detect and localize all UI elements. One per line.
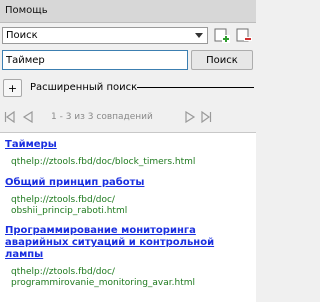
advanced-search-divider bbox=[137, 87, 254, 88]
add-page-button[interactable] bbox=[213, 27, 231, 44]
result-title-line: Программирование мониторинга bbox=[5, 225, 196, 236]
result-url: qthelp://ztools.fbd/doc/ programmirovani… bbox=[11, 267, 195, 289]
remove-page-icon bbox=[236, 28, 252, 42]
last-page-icon bbox=[201, 111, 212, 123]
mode-select-value: Поиск bbox=[6, 30, 38, 41]
help-panel: Помощь Поиск Поиск + Расширенный поиск bbox=[0, 0, 256, 302]
result-url-line: qthelp://ztools.fbd/doc/ bbox=[11, 195, 115, 205]
result-title-link[interactable]: Таймеры bbox=[5, 139, 57, 151]
result-url-line: obshii_princip_raboti.html bbox=[11, 206, 128, 216]
previous-page-icon bbox=[22, 111, 33, 123]
next-page-icon bbox=[185, 111, 196, 123]
first-page-icon bbox=[4, 111, 15, 123]
search-input[interactable] bbox=[2, 50, 188, 70]
result-url: qthelp://ztools.fbd/doc/ obshii_princip_… bbox=[11, 195, 127, 217]
panel-title: Помощь bbox=[5, 5, 48, 16]
result-title-line: лампы bbox=[5, 249, 44, 260]
chevron-down-icon[interactable] bbox=[195, 33, 203, 38]
add-page-icon bbox=[214, 28, 230, 43]
search-button[interactable]: Поиск bbox=[191, 50, 253, 70]
result-title-link[interactable]: Программирование мониторинга аварийных с… bbox=[5, 225, 214, 261]
advanced-search-label: Расширенный поиск bbox=[30, 82, 138, 93]
first-page-button[interactable] bbox=[4, 111, 16, 123]
search-results-list: Таймеры qthelp://ztools.fbd/doc/block_ti… bbox=[0, 132, 256, 302]
panel-titlebar[interactable]: Помощь bbox=[0, 0, 256, 23]
previous-page-button[interactable] bbox=[22, 111, 34, 123]
result-url-line: qthelp://ztools.fbd/doc/block_timers.htm… bbox=[11, 157, 196, 167]
result-title-line: Общий принцип работы bbox=[5, 177, 145, 188]
advanced-search-toggle-button[interactable]: + bbox=[3, 79, 22, 97]
result-title-line: Таймеры bbox=[5, 139, 57, 150]
result-url-line: qthelp://ztools.fbd/doc/ bbox=[11, 267, 115, 277]
mode-select[interactable]: Поиск bbox=[2, 27, 208, 44]
result-url-line: programmirovanie_monitoring_avar.html bbox=[11, 278, 195, 288]
next-page-button[interactable] bbox=[184, 111, 196, 123]
last-page-button[interactable] bbox=[200, 111, 212, 123]
remove-page-button[interactable] bbox=[235, 27, 253, 44]
result-url: qthelp://ztools.fbd/doc/block_timers.htm… bbox=[11, 157, 195, 168]
result-title-link[interactable]: Общий принцип работы bbox=[5, 177, 144, 189]
result-title-line: аварийных ситуаций и контрольной bbox=[5, 237, 215, 248]
match-count-label: 1 - 3 из 3 совпадений bbox=[51, 112, 153, 122]
